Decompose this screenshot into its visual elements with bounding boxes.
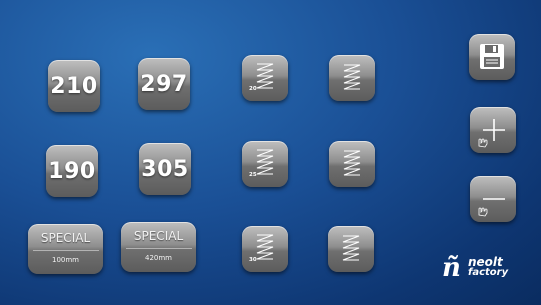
size-305-button[interactable]: 305 <box>139 143 191 195</box>
zigzag-stitch-icon <box>343 150 361 176</box>
special-420mm-button[interactable]: SPECIAL 420mm <box>121 222 196 272</box>
stitch-25-button[interactable]: 25 <box>242 141 288 187</box>
neolt-factory-logo: ñ neolt factory <box>442 251 530 285</box>
special-420mm-divider <box>125 248 192 249</box>
stitch-30-button[interactable]: 30 <box>242 226 288 272</box>
special-100mm-size: 100mm <box>52 256 79 264</box>
size-190-label: 190 <box>48 158 96 184</box>
increase-button[interactable] <box>470 107 516 153</box>
stitch-number-30: 30 <box>249 257 257 263</box>
special-100mm-title: SPECIAL <box>40 231 91 245</box>
plus-icon <box>478 119 505 148</box>
stitch-plain-button-1[interactable] <box>329 55 375 101</box>
size-305-label: 305 <box>141 156 189 182</box>
size-297-button[interactable]: 297 <box>138 58 190 110</box>
special-420mm-title: SPECIAL <box>133 229 184 243</box>
zigzag-stitch-icon <box>343 64 361 90</box>
stitch-plain-button-2[interactable] <box>329 141 375 187</box>
stitch-20-button[interactable]: 20 <box>242 55 288 101</box>
minus-icon <box>478 198 505 217</box>
special-100mm-divider <box>32 250 99 251</box>
size-210-label: 210 <box>50 73 98 99</box>
size-190-button[interactable]: 190 <box>46 145 98 197</box>
save-icon <box>480 44 504 69</box>
zigzag-stitch-icon <box>342 235 360 261</box>
stitch-plain-button-3[interactable] <box>328 226 374 272</box>
special-100mm-button[interactable]: SPECIAL 100mm <box>28 224 103 274</box>
logo-mark: ñ <box>442 253 461 283</box>
control-panel: 210 297 190 305 SPECIAL 100mm SPECIAL 42… <box>0 0 541 305</box>
special-420mm-size: 420mm <box>145 254 172 262</box>
stitch-number-20: 20 <box>249 86 257 92</box>
stitch-number-25: 25 <box>249 172 257 178</box>
decrease-button[interactable] <box>470 176 516 222</box>
size-210-button[interactable]: 210 <box>48 60 100 112</box>
save-button[interactable] <box>469 34 515 80</box>
logo-word-factory: factory <box>468 267 509 278</box>
size-297-label: 297 <box>140 71 188 97</box>
